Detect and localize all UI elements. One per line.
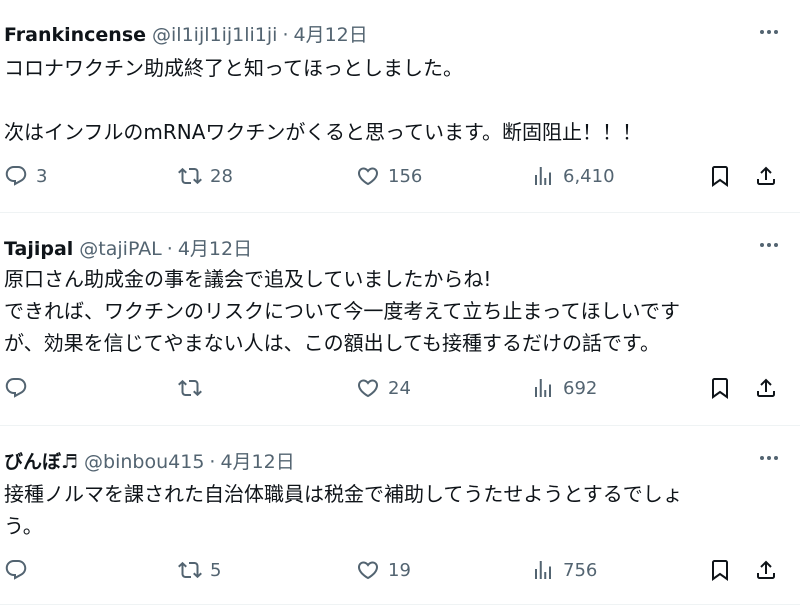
- separator-dot: ·: [166, 238, 173, 260]
- reply-button[interactable]: 3: [4, 164, 47, 188]
- tweet-date[interactable]: 4月12日: [294, 20, 368, 47]
- tweet-text: 原口さん助成金の事を議会で追及していましたからね! できれば、ワクチンのリスクに…: [4, 263, 784, 359]
- tweet-text-line: が、効果を信じてやまない人は、この額出しても接種するだけの話です。: [4, 331, 660, 355]
- tweet[interactable]: Tajipal @tajiPAL · 4月12日 原口さん助成金の事を議会で追及…: [0, 213, 800, 425]
- share-upload-icon: [754, 376, 778, 400]
- bookmark-button[interactable]: [708, 558, 732, 582]
- views-count: 756: [563, 559, 598, 581]
- views-count: 6,410: [563, 165, 615, 187]
- tweet[interactable]: びんぼ♬ @binbou415 · 4月12日 接種ノルマを課された自治体職員は…: [0, 426, 800, 611]
- tweet-header: Frankincense @il1ijl1ij1li1ji · 4月12日: [4, 20, 368, 47]
- author-handle[interactable]: @tajiPAL: [79, 238, 161, 260]
- tweet-text-line: 原口さん助成金の事を議会で追及していましたからね!: [4, 267, 492, 291]
- like-button[interactable]: 156: [356, 164, 422, 188]
- author-handle[interactable]: @il1ijl1ij1li1ji: [152, 24, 277, 46]
- reply-bubble-icon: [4, 164, 28, 188]
- reply-bubble-icon: [4, 376, 28, 400]
- retweet-icon: [178, 164, 202, 188]
- more-options-icon[interactable]: [756, 448, 782, 468]
- tweet-actions: 3 28 156 6,410: [0, 164, 800, 194]
- tweet-text-line: 接種ノルマを課された自治体職員は税金で補助してうたせようとするでしょ: [4, 482, 683, 506]
- tweet-text-line: コロナワクチン助成終了と知ってほっとしました。: [4, 56, 463, 80]
- views-count: 692: [563, 377, 598, 399]
- tweet-date[interactable]: 4月12日: [220, 447, 294, 474]
- divider: [0, 604, 800, 605]
- share-upload-icon: [754, 164, 778, 188]
- like-count: 156: [388, 165, 423, 187]
- heart-icon: [356, 558, 380, 582]
- author-name[interactable]: びんぼ♬: [4, 447, 78, 474]
- heart-icon: [356, 376, 380, 400]
- retweet-icon: [178, 376, 202, 400]
- tweet-date[interactable]: 4月12日: [178, 234, 252, 261]
- retweet-count: 5: [210, 559, 222, 581]
- heart-icon: [356, 164, 380, 188]
- retweet-button[interactable]: [178, 376, 210, 400]
- tweet-actions: 5 19 756: [0, 558, 800, 588]
- views-button[interactable]: 692: [531, 376, 597, 400]
- reply-count: 3: [36, 165, 48, 187]
- bookmark-icon: [708, 376, 732, 400]
- tweet-text: コロナワクチン助成終了と知ってほっとしました。 次はインフルのmRNAワクチンが…: [4, 52, 784, 148]
- share-button[interactable]: [754, 376, 778, 400]
- retweet-button[interactable]: 28: [178, 164, 233, 188]
- tweet-header: Tajipal @tajiPAL · 4月12日: [4, 234, 252, 261]
- retweet-count: 28: [210, 165, 233, 187]
- bookmark-icon: [708, 164, 732, 188]
- author-name[interactable]: Tajipal: [4, 238, 73, 260]
- views-bar-chart-icon: [531, 376, 555, 400]
- like-button[interactable]: 19: [356, 558, 411, 582]
- author-handle[interactable]: @binbou415: [84, 451, 204, 473]
- retweet-button[interactable]: 5: [178, 558, 221, 582]
- views-button[interactable]: 756: [531, 558, 597, 582]
- views-bar-chart-icon: [531, 164, 555, 188]
- separator-dot: ·: [209, 451, 216, 473]
- views-button[interactable]: 6,410: [531, 164, 615, 188]
- like-button[interactable]: 24: [356, 376, 411, 400]
- views-bar-chart-icon: [531, 558, 555, 582]
- tweet-header: びんぼ♬ @binbou415 · 4月12日: [4, 447, 295, 474]
- reply-bubble-icon: [4, 558, 28, 582]
- bookmark-button[interactable]: [708, 376, 732, 400]
- tweet-text-line: [4, 84, 784, 116]
- share-upload-icon: [754, 558, 778, 582]
- like-count: 19: [388, 559, 411, 581]
- separator-dot: ·: [282, 24, 289, 46]
- more-options-icon[interactable]: [756, 235, 782, 255]
- author-name[interactable]: Frankincense: [4, 24, 146, 46]
- reply-button[interactable]: [4, 558, 36, 582]
- tweet-text: 接種ノルマを課された自治体職員は税金で補助してうたせようとするでしょ う。: [4, 478, 784, 542]
- share-button[interactable]: [754, 164, 778, 188]
- share-button[interactable]: [754, 558, 778, 582]
- tweet[interactable]: Frankincense @il1ijl1ij1li1ji · 4月12日 コロ…: [0, 0, 800, 212]
- tweet-text-line: う。: [4, 514, 43, 538]
- reply-button[interactable]: [4, 376, 36, 400]
- bookmark-button[interactable]: [708, 164, 732, 188]
- more-options-icon[interactable]: [756, 22, 782, 42]
- tweet-text-line: できれば、ワクチンのリスクについて今一度考えて立ち止まってほしいです: [4, 299, 680, 323]
- retweet-icon: [178, 558, 202, 582]
- bookmark-icon: [708, 558, 732, 582]
- like-count: 24: [388, 377, 411, 399]
- tweet-text-line: 次はインフルのmRNAワクチンがくると思っています。断固阻止！！！: [4, 120, 643, 144]
- tweet-actions: 24 692: [0, 376, 800, 406]
